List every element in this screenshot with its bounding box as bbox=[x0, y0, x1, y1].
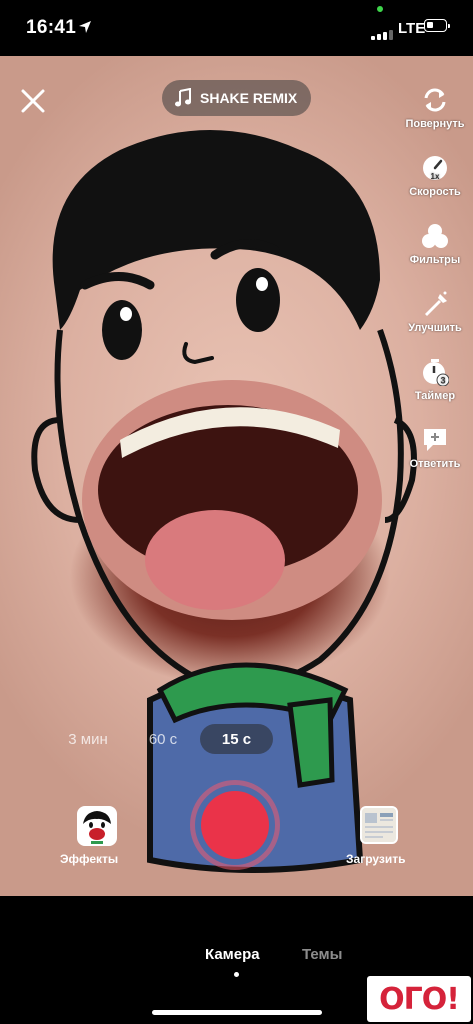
close-icon[interactable] bbox=[18, 86, 48, 116]
effects-face-icon bbox=[79, 808, 115, 844]
filters-button[interactable]: Фильтры bbox=[403, 222, 467, 266]
gallery-thumbnail-icon bbox=[362, 808, 396, 842]
duration-3min[interactable]: 3 мин bbox=[58, 724, 118, 754]
timer-icon: 3 bbox=[423, 359, 449, 386]
mic-indicator-dot bbox=[377, 6, 383, 12]
timer-button[interactable]: 3 Таймер bbox=[403, 358, 467, 402]
flip-camera-icon bbox=[424, 88, 446, 112]
watermark-text: ОГО! bbox=[379, 981, 460, 1017]
reply-icon bbox=[424, 429, 446, 451]
record-button[interactable] bbox=[201, 791, 269, 859]
speed-icon: 1x bbox=[423, 156, 447, 181]
filters-icon bbox=[422, 224, 448, 248]
network-type: LTE bbox=[398, 20, 426, 37]
reply-label: Ответить bbox=[409, 458, 461, 470]
flip-camera-button[interactable]: Повернуть bbox=[403, 86, 467, 130]
timer-badge: 3 bbox=[440, 376, 445, 386]
battery-icon bbox=[424, 19, 450, 32]
duration-60s[interactable]: 60 с bbox=[136, 724, 190, 754]
timer-label: Таймер bbox=[414, 390, 456, 402]
upload-label: Загрузить bbox=[346, 852, 406, 866]
tab-themes[interactable]: Темы bbox=[302, 946, 342, 963]
music-note-icon bbox=[175, 88, 191, 107]
beautify-icon bbox=[425, 291, 447, 316]
tab-camera[interactable]: Камера bbox=[205, 946, 260, 963]
speed-button[interactable]: 1x Скорость bbox=[403, 154, 467, 198]
location-arrow-icon bbox=[79, 21, 91, 33]
signal-icon bbox=[371, 22, 395, 40]
status-time: 16:41 bbox=[26, 17, 77, 38]
reply-button[interactable]: Ответить bbox=[403, 426, 467, 470]
effects-button[interactable] bbox=[77, 806, 117, 846]
speed-label: Скорость bbox=[409, 186, 461, 198]
beautify-button[interactable]: Улучшить bbox=[403, 290, 467, 334]
sound-selector[interactable]: SHAKE REMIX bbox=[162, 80, 312, 116]
sound-label: SHAKE REMIX bbox=[200, 90, 298, 106]
duration-15s[interactable]: 15 с bbox=[200, 724, 273, 754]
beautify-label: Улучшить bbox=[408, 322, 462, 334]
upload-button[interactable] bbox=[360, 806, 398, 844]
filters-label: Фильтры bbox=[409, 254, 461, 266]
flip-camera-label: Повернуть bbox=[405, 118, 465, 130]
watermark-logo: ОГО! bbox=[367, 976, 471, 1022]
home-indicator bbox=[152, 1010, 322, 1015]
effects-label: Эффекты bbox=[60, 852, 119, 866]
speed-badge: 1x bbox=[431, 172, 440, 181]
active-tab-indicator bbox=[234, 972, 239, 977]
